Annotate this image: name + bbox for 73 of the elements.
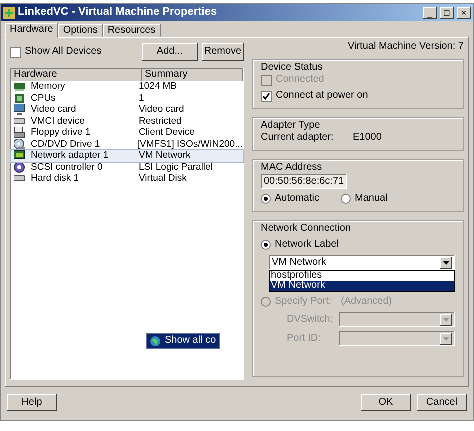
table-cell[interactable]: LSI Logic Parallel	[139, 162, 243, 173]
radio-label: Network Label	[275, 239, 339, 251]
table-cell[interactable]: Memory	[31, 81, 66, 92]
chip-icon	[14, 92, 25, 104]
checkmark-icon	[263, 92, 270, 100]
ok-button[interactable]: OK	[361, 394, 411, 411]
caret-icon	[442, 318, 450, 322]
network-dropdown[interactable]: VM Network	[269, 255, 455, 270]
tab[interactable]: Resources	[102, 24, 161, 37]
cancel-button[interactable]: Cancel	[417, 394, 467, 411]
radio-label: Automatic	[275, 193, 320, 205]
table-cell[interactable]: Network adapter 1	[31, 150, 109, 162]
table-cell[interactable]: Client Device	[139, 127, 243, 138]
remove-button[interactable]: Remove	[202, 43, 244, 61]
hint-text: (Advanced)	[341, 296, 392, 308]
checkbox-label: Connect at power on	[276, 90, 368, 102]
mac-address-field[interactable]: 00:50:56:8e:6c:71	[261, 174, 347, 189]
field-label: DVSwitch:	[286, 314, 334, 326]
memory-chip-icon	[14, 81, 25, 92]
table-cell[interactable]: Hard disk 1	[31, 173, 80, 184]
field-value: E1000	[353, 132, 382, 144]
monitor-icon	[14, 104, 25, 116]
column-header: Hardware	[11, 69, 142, 81]
tab[interactable]: Options	[58, 24, 103, 37]
cd-drive-icon	[14, 138, 25, 150]
table-cell[interactable]: CPUs	[31, 92, 56, 104]
globe-icon	[150, 336, 161, 346]
help-button[interactable]: Help	[7, 394, 57, 411]
table-cell[interactable]: VM Network	[139, 150, 243, 162]
drive-icon	[14, 116, 25, 127]
tab[interactable]: Hardware	[5, 23, 58, 38]
checkbox-label: Show All Devices	[25, 46, 102, 58]
field-label: Port ID:	[286, 332, 322, 344]
checkbox-label: Connected	[276, 74, 324, 86]
radio-button[interactable]	[261, 194, 271, 204]
table-cell[interactable]: CD/DVD Drive 1	[31, 138, 100, 150]
table-cell[interactable]: [VMFS1] ISOs/WIN200...	[137, 138, 243, 150]
minimize-button[interactable]: _	[423, 6, 437, 18]
network-card-icon	[14, 150, 25, 162]
radio-label: Specify Port:	[275, 296, 333, 308]
caret-icon	[442, 260, 450, 264]
table-cell[interactable]: Video card	[31, 104, 76, 116]
group-title: Adapter Type	[259, 120, 322, 132]
table-cell[interactable]: Virtual Disk	[139, 173, 243, 184]
version-label: Virtual Machine Version: 7	[348, 41, 464, 53]
radio-button[interactable]	[261, 240, 271, 250]
floppy-drive-icon	[14, 127, 25, 138]
table-cell[interactable]: Restricted	[139, 116, 243, 127]
checkbox[interactable]	[261, 90, 272, 102]
close-button[interactable]: ×	[457, 6, 471, 18]
radio-button[interactable]	[341, 194, 351, 204]
add-button[interactable]: Add...	[142, 43, 198, 61]
dropdown-value: VM Network	[272, 256, 326, 268]
caret-icon	[442, 336, 450, 340]
checkbox[interactable]	[10, 46, 21, 58]
window-title: LinkedVC - Virtual Machine Properties	[18, 6, 218, 20]
table-cell[interactable]: Video card	[139, 104, 243, 116]
field-label: Current adapter:	[261, 132, 335, 144]
dropdown-option[interactable]: hostprofiles	[270, 271, 454, 281]
selected-row[interactable]: Network adapter 1 VM Network	[11, 150, 243, 162]
maximize-button[interactable]: □	[440, 6, 454, 18]
column-header: Summary	[142, 69, 243, 81]
table-cell[interactable]: 1024 MB	[139, 81, 243, 92]
table-cell[interactable]: Floppy drive 1	[31, 127, 91, 138]
drive-icon	[14, 173, 25, 184]
controller-icon	[14, 162, 25, 173]
table-cell[interactable]: VMCI device	[31, 116, 85, 127]
tooltip-text: Show all co	[165, 335, 216, 347]
radio-label: Manual	[355, 193, 388, 205]
table-cell[interactable]: SCSI controller 0	[31, 162, 103, 173]
app-icon	[3, 6, 15, 18]
dropdown-option[interactable]: VM Network	[270, 281, 454, 291]
table-cell[interactable]: 1	[139, 92, 243, 104]
